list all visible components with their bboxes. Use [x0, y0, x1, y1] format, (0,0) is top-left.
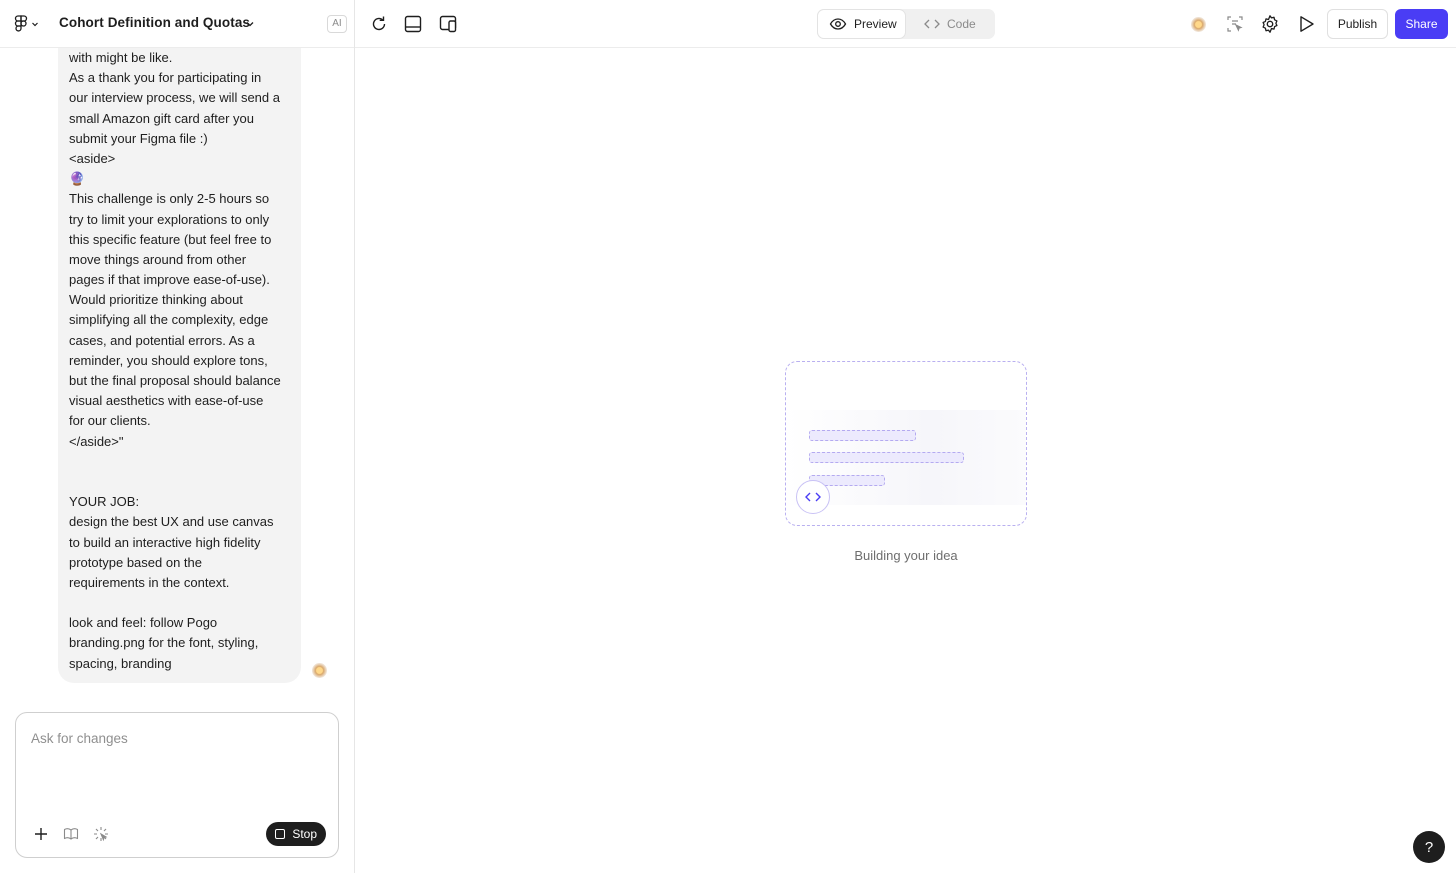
skeleton-line	[809, 430, 916, 441]
message-line: </aside>"	[69, 433, 124, 449]
main-menu-button[interactable]	[14, 14, 44, 34]
building-status-text: Building your idea	[854, 548, 958, 563]
message-line: This challenge is only 2-5 hours so	[69, 191, 270, 207]
code-brackets-icon	[924, 19, 940, 29]
message-line: prototype based on the	[69, 554, 202, 570]
stop-icon	[275, 829, 286, 839]
top-toolbar: Preview Code Publish Share	[355, 0, 1456, 48]
tab-code[interactable]: Code	[913, 10, 993, 38]
message-line: As a thank you for participating in	[69, 70, 262, 86]
avatar	[312, 663, 327, 678]
preview-canvas: Building your idea ?	[355, 48, 1456, 873]
message-line: pages if that improve ease-of-use).	[69, 272, 270, 288]
message-line: 🔮	[69, 171, 86, 187]
inspect-icon[interactable]	[1225, 14, 1245, 34]
message-line: reminder, you should explore tons,	[69, 352, 268, 368]
app-window: Cohort Definition and Quotas AI with mig…	[0, 0, 1456, 873]
ai-badge[interactable]: AI	[327, 15, 347, 33]
stop-label: Stop	[292, 827, 317, 841]
message-line: requirements in the context.	[69, 574, 230, 590]
building-placeholder-card	[785, 361, 1027, 526]
gear-icon[interactable]	[1260, 14, 1280, 34]
message-line: but the final proposal should balance	[69, 373, 281, 388]
message-line	[69, 472, 290, 492]
chat-input[interactable]	[31, 731, 321, 746]
message-line: spacing, branding	[69, 655, 172, 671]
chat-composer: Stop	[15, 712, 339, 858]
message-line: with might be like.	[69, 50, 173, 65]
message-line: <aside>	[69, 150, 116, 166]
message-line: branding.png for the font, styling,	[69, 635, 259, 651]
code-badge	[796, 480, 830, 514]
message-line: simplifying all the complexity, edge	[69, 312, 269, 328]
user-message-bubble: with might be like. As a thank you for pa…	[58, 48, 301, 683]
message-line: look and feel: follow Pogo	[69, 615, 218, 631]
message-line: try to limit your explorations to only	[69, 211, 270, 227]
code-brackets-icon	[805, 492, 821, 502]
publish-button[interactable]: Publish	[1327, 9, 1388, 39]
message-line: move things around from other	[69, 251, 247, 267]
tab-preview-label: Preview	[854, 17, 897, 31]
skeleton-line	[809, 452, 964, 463]
view-mode-toggle: Preview Code	[817, 9, 995, 39]
figma-logo-icon	[14, 15, 28, 32]
play-icon[interactable]	[1296, 14, 1316, 34]
share-button[interactable]: Share	[1395, 9, 1448, 39]
sparkle-cursor-icon[interactable]	[92, 825, 110, 843]
panel-header: Cohort Definition and Quotas AI	[0, 0, 354, 48]
panel-layout-icon[interactable]	[403, 14, 423, 34]
book-icon[interactable]	[62, 825, 80, 843]
plus-icon[interactable]	[32, 825, 50, 843]
chat-history[interactable]: with might be like. As a thank you for pa…	[0, 48, 354, 693]
message-line: Would prioritize thinking about	[69, 292, 243, 308]
message-text: with might be like. As a thank you for pa…	[69, 48, 290, 674]
chevron-down-icon	[32, 22, 38, 27]
message-line: to build an interactive high fidelity	[69, 534, 261, 550]
chat-panel: Cohort Definition and Quotas AI with mig…	[0, 0, 355, 873]
project-title[interactable]: Cohort Definition and Quotas	[59, 15, 250, 30]
message-line: YOUR JOB:	[69, 494, 140, 510]
message-line: our interview process, we will send a	[69, 90, 280, 106]
message-line: this specific feature (but feel free to	[69, 231, 272, 247]
refresh-icon[interactable]	[369, 14, 389, 34]
message-line: design the best UX and use canvas	[69, 514, 274, 530]
message-line: submit your Figma file :)	[69, 130, 208, 146]
message-line: small Amazon gift card after you	[69, 110, 254, 126]
message-line	[69, 593, 290, 613]
stop-button[interactable]: Stop	[266, 822, 326, 846]
message-line: for our clients.	[69, 413, 151, 429]
avatar[interactable]	[1191, 17, 1206, 32]
chevron-down-icon[interactable]	[244, 18, 256, 30]
responsive-view-icon[interactable]	[438, 14, 458, 34]
message-line	[69, 452, 290, 472]
help-button[interactable]: ?	[1413, 831, 1445, 863]
tab-code-label: Code	[947, 17, 976, 31]
message-line: visual aesthetics with ease-of-use	[69, 393, 264, 409]
tab-preview[interactable]: Preview	[818, 10, 905, 38]
eye-icon	[829, 18, 847, 30]
message-line: cases, and potential errors. As a	[69, 332, 255, 348]
